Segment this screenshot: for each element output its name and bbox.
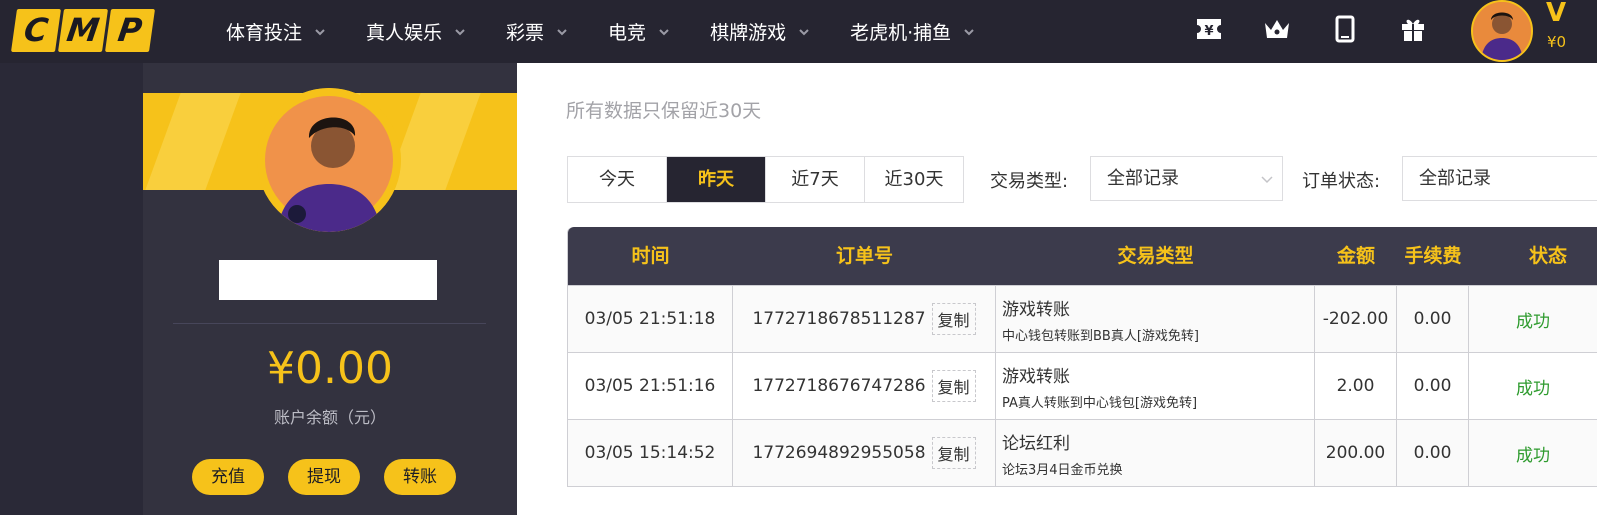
tab-yesterday[interactable]: 昨天 bbox=[667, 157, 766, 202]
transactions-table: 时间 订单号 交易类型 金额 手续费 状态 03/05 21:51:18 177… bbox=[567, 227, 1597, 487]
copy-button[interactable]: 复制 bbox=[931, 370, 976, 402]
transaction-type: 游戏转账 bbox=[1002, 366, 1070, 387]
deposit-button[interactable]: 充值 bbox=[192, 459, 264, 495]
status-badge: 成功 bbox=[1516, 445, 1550, 466]
cell-transaction-type: 论坛红利 论坛3月4日金币兑换 bbox=[996, 420, 1315, 486]
nav-item-label: 老虎机·捕鱼 bbox=[850, 22, 952, 44]
order-number: 1772718676747286 bbox=[752, 376, 926, 396]
user-avatar[interactable] bbox=[1471, 0, 1533, 62]
cell-order-number: 1772718678511287 复制 bbox=[733, 286, 996, 352]
chevron-down-icon bbox=[557, 28, 567, 35]
table-row: 03/05 15:14:52 1772694892955058 复制 论坛红利 … bbox=[568, 419, 1597, 486]
account-balance: ¥0.00 bbox=[267, 343, 393, 394]
transaction-type-value: 全部记录 bbox=[1107, 168, 1179, 189]
left-gutter bbox=[0, 63, 143, 515]
transfer-button[interactable]: 转账 bbox=[384, 459, 456, 495]
cell-fee: 0.00 bbox=[1397, 353, 1469, 419]
cell-amount: 2.00 bbox=[1315, 353, 1397, 419]
header-balance: ¥0 bbox=[1547, 33, 1567, 51]
nav-item-slots-fishing[interactable]: 老虎机·捕鱼 bbox=[850, 18, 975, 45]
transaction-type: 论坛红利 bbox=[1002, 433, 1070, 454]
cell-order-number: 1772694892955058 复制 bbox=[733, 420, 996, 486]
retention-notice: 所有数据只保留近30天 bbox=[566, 100, 762, 122]
transaction-type-label: 交易类型: bbox=[990, 171, 1069, 192]
chevron-down-icon bbox=[455, 28, 465, 35]
logo-letter: M bbox=[57, 9, 109, 52]
column-header-order-number: 订单号 bbox=[835, 245, 893, 267]
date-range-tabs: 今天 昨天 近7天 近30天 bbox=[567, 156, 964, 203]
nav-item-sports[interactable]: 体育投注 bbox=[226, 18, 326, 45]
nav-item-live-casino[interactable]: 真人娱乐 bbox=[366, 18, 466, 45]
transaction-detail: PA真人转账到中心钱包[游戏免转] bbox=[1002, 395, 1198, 411]
cell-transaction-type: 游戏转账 中心钱包转账到BB真人[游戏免转] bbox=[996, 286, 1315, 352]
copy-button[interactable]: 复制 bbox=[931, 437, 976, 469]
order-number: 1772694892955058 bbox=[752, 443, 926, 463]
cell-time: 03/05 21:51:16 bbox=[568, 353, 733, 419]
nav-item-label: 真人娱乐 bbox=[366, 22, 443, 44]
nav-item-label: 电竞 bbox=[608, 22, 647, 44]
transaction-detail: 中心钱包转账到BB真人[游戏免转] bbox=[1002, 328, 1199, 344]
header-icon-group: ¥ bbox=[1194, 14, 1466, 44]
nav-item-label: 彩票 bbox=[506, 22, 545, 44]
top-navbar: C M P 体育投注 真人娱乐 彩票 电竞 棋牌游戏 老虎机·捕鱼 ¥ V ¥0 bbox=[0, 0, 1597, 63]
transaction-detail: 论坛3月4日金币兑换 bbox=[1002, 462, 1123, 478]
mobile-icon[interactable] bbox=[1330, 14, 1360, 44]
chevron-down-icon bbox=[799, 28, 809, 35]
cell-time: 03/05 15:14:52 bbox=[568, 420, 733, 486]
transaction-type-select[interactable]: 全部记录 bbox=[1090, 156, 1283, 201]
cell-amount: -202.00 bbox=[1315, 286, 1397, 352]
cell-time: 03/05 21:51:18 bbox=[568, 286, 733, 352]
profile-avatar bbox=[257, 88, 401, 232]
nav-item-esports[interactable]: 电竞 bbox=[608, 18, 670, 45]
column-header-time: 时间 bbox=[631, 245, 670, 267]
gift-icon[interactable] bbox=[1398, 14, 1428, 44]
username-redacted bbox=[219, 260, 437, 300]
order-status-label: 订单状态: bbox=[1302, 171, 1381, 192]
order-status-value: 全部记录 bbox=[1419, 168, 1491, 189]
tab-today[interactable]: 今天 bbox=[568, 157, 667, 202]
nav-item-label: 体育投注 bbox=[226, 22, 303, 44]
tab-last-7-days[interactable]: 近7天 bbox=[766, 157, 865, 202]
cell-transaction-type: 游戏转账 PA真人转账到中心钱包[游戏免转] bbox=[996, 353, 1315, 419]
status-badge: 成功 bbox=[1516, 378, 1550, 399]
table-header: 时间 订单号 交易类型 金额 手续费 状态 bbox=[568, 227, 1597, 285]
column-header-fee: 手续费 bbox=[1404, 245, 1462, 267]
vip-level-label: V bbox=[1546, 0, 1567, 28]
crown-icon[interactable] bbox=[1262, 14, 1292, 44]
column-header-amount: 金额 bbox=[1336, 245, 1375, 267]
chevron-down-icon bbox=[964, 28, 974, 35]
cell-fee: 0.00 bbox=[1397, 420, 1469, 486]
ticket-icon[interactable]: ¥ bbox=[1194, 14, 1224, 44]
withdraw-button[interactable]: 提现 bbox=[288, 459, 360, 495]
logo-letter: P bbox=[104, 9, 156, 52]
transaction-type: 游戏转账 bbox=[1002, 299, 1070, 320]
sidebar-divider bbox=[173, 323, 486, 324]
user-sidebar: ¥0.00 账户余额（元） 充值 提现 转账 bbox=[143, 63, 517, 515]
nav-item-lottery[interactable]: 彩票 bbox=[506, 18, 568, 45]
order-status-select[interactable]: 全部记录 bbox=[1402, 156, 1597, 201]
account-balance-label: 账户余额（元） bbox=[273, 408, 386, 427]
chevron-down-icon bbox=[1261, 176, 1273, 184]
site-logo[interactable]: C M P bbox=[10, 9, 156, 52]
table-row: 03/05 21:51:16 1772718676747286 复制 游戏转账 … bbox=[568, 352, 1597, 419]
order-number: 1772718678511287 bbox=[752, 309, 926, 329]
nav-item-label: 棋牌游戏 bbox=[710, 22, 787, 44]
cell-amount: 200.00 bbox=[1315, 420, 1397, 486]
tab-last-30-days[interactable]: 近30天 bbox=[865, 157, 963, 202]
chevron-down-icon bbox=[315, 28, 325, 35]
wallet-actions: 充值 提现 转账 bbox=[192, 459, 480, 495]
logo-letter: C bbox=[10, 9, 62, 52]
nav-item-card-games[interactable]: 棋牌游戏 bbox=[710, 18, 810, 45]
cell-fee: 0.00 bbox=[1397, 286, 1469, 352]
column-header-status: 状态 bbox=[1529, 245, 1568, 267]
main-nav: 体育投注 真人娱乐 彩票 电竞 棋牌游戏 老虎机·捕鱼 bbox=[226, 0, 1015, 63]
svg-text:¥: ¥ bbox=[1204, 24, 1213, 39]
table-body: 03/05 21:51:18 1772718678511287 复制 游戏转账 … bbox=[568, 285, 1597, 486]
copy-button[interactable]: 复制 bbox=[931, 303, 976, 335]
column-header-transaction-type: 交易类型 bbox=[1117, 245, 1194, 267]
chevron-down-icon bbox=[659, 28, 669, 35]
cell-order-number: 1772718676747286 复制 bbox=[733, 353, 996, 419]
table-row: 03/05 21:51:18 1772718678511287 复制 游戏转账 … bbox=[568, 285, 1597, 352]
status-badge: 成功 bbox=[1516, 311, 1550, 332]
